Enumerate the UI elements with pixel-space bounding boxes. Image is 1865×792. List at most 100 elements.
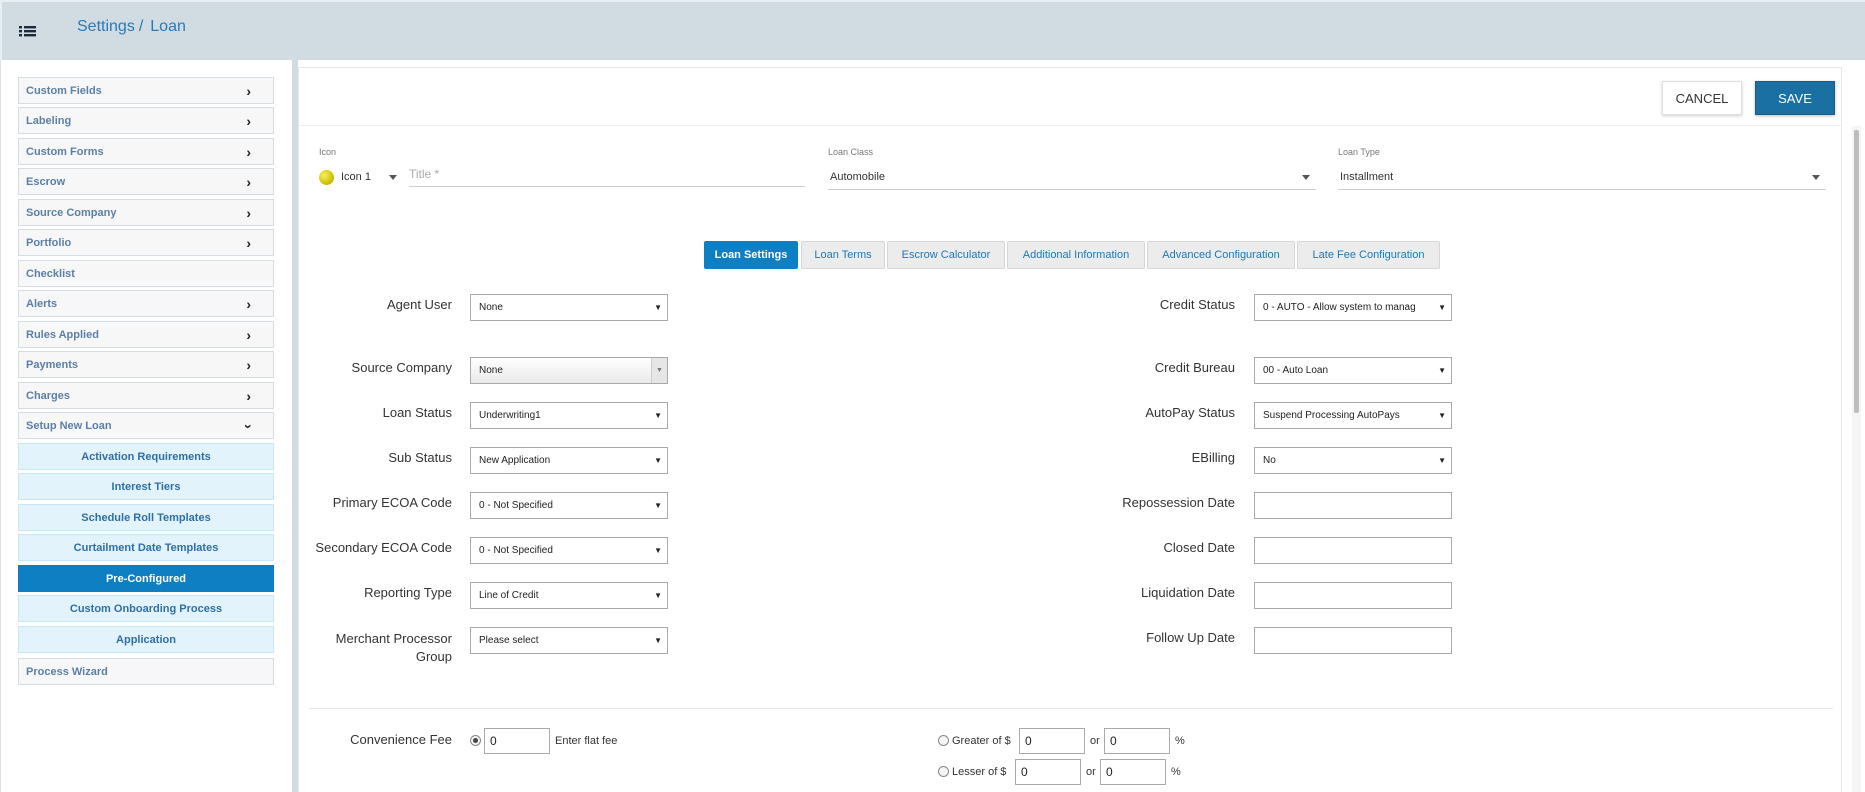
sidebar-item-setup-new-loan[interactable]: Setup New Loan › (18, 412, 274, 439)
dropdown-arrow-icon: ▼ (654, 546, 662, 555)
sidebar-item-rules-applied[interactable]: Rules Applied › (18, 321, 274, 348)
credit-bureau-label: Credit Bureau (1154, 360, 1235, 375)
caret-down-icon (1812, 175, 1820, 180)
percent-sign: % (1171, 766, 1181, 778)
chevron-right-icon: › (246, 205, 251, 221)
greater-of-amount-input[interactable]: 0 (1019, 728, 1085, 754)
sidebar-item-checklist[interactable]: Checklist (18, 260, 274, 287)
closed-date-label: Closed Date (1163, 540, 1235, 555)
sidebar-item-labeling[interactable]: Labeling › (18, 107, 274, 134)
credit-bureau-select[interactable]: 00 - Auto Loan ▼ (1254, 357, 1452, 384)
chevron-right-icon: › (246, 83, 251, 99)
dropdown-arrow-icon: ▼ (654, 591, 662, 600)
chevron-right-icon: › (246, 327, 251, 343)
liquidation-date-label: Liquidation Date (1141, 585, 1235, 600)
sidebar-item-payments[interactable]: Payments › (18, 351, 274, 378)
save-button[interactable]: SAVE (1755, 81, 1835, 115)
sidebar-subitem-pre-configured[interactable]: Pre-Configured (18, 565, 274, 592)
dropdown-arrow-icon: ▼ (1438, 411, 1446, 420)
or-text: or (1086, 766, 1096, 778)
dropdown-arrow-icon: ▼ (1438, 456, 1446, 465)
loan-status-label: Loan Status (382, 405, 452, 420)
credit-status-select[interactable]: 0 - AUTO - Allow system to manag ▼ (1254, 294, 1452, 321)
merchant-processor-group-select[interactable]: Please select ▼ (470, 627, 668, 654)
breadcrumb: Settings / Loan (77, 18, 186, 36)
reporting-type-select[interactable]: Line of Credit ▼ (470, 582, 668, 609)
chevron-right-icon: › (246, 357, 251, 373)
caret-down-icon (1302, 175, 1310, 180)
caret-down-icon (389, 175, 397, 180)
title-input[interactable]: Title * (409, 161, 805, 187)
sidebar-item-portfolio[interactable]: Portfolio › (18, 229, 274, 256)
tab-advanced-configuration[interactable]: Advanced Configuration (1147, 241, 1295, 269)
sidebar-item-process-wizard[interactable]: Process Wizard (18, 658, 274, 685)
sidebar-subitem-curtailment-date-templates[interactable]: Curtailment Date Templates (18, 534, 274, 561)
secondary-ecoa-code-select[interactable]: 0 - Not Specified ▼ (470, 537, 668, 564)
list-menu-icon[interactable] (18, 22, 40, 40)
sidebar-subitem-application[interactable]: Application (18, 626, 274, 653)
agent-user-select[interactable]: None ▼ (470, 294, 668, 321)
ebilling-select[interactable]: No ▼ (1254, 447, 1452, 474)
chevron-right-icon: › (246, 144, 251, 160)
flat-fee-input[interactable]: 0 (484, 728, 550, 754)
lesser-of-percent-input[interactable]: 0 (1100, 759, 1166, 785)
flat-fee-radio[interactable] (470, 735, 481, 746)
dropdown-arrow-icon: ▼ (654, 501, 662, 510)
chevron-right-icon: › (246, 235, 251, 251)
flat-fee-text: Enter flat fee (555, 735, 618, 747)
chevron-right-icon: › (246, 388, 251, 404)
tab-escrow-calculator[interactable]: Escrow Calculator (887, 241, 1005, 269)
reporting-type-label: Reporting Type (364, 585, 452, 600)
scrollbar-thumb[interactable] (1854, 130, 1859, 413)
follow-up-date-input[interactable] (1254, 627, 1452, 654)
yellow-ball-icon (319, 170, 334, 185)
dropdown-arrow-icon: ▼ (654, 303, 662, 312)
sidebar-item-custom-fields[interactable]: Custom Fields › (18, 77, 274, 104)
sidebar-item-alerts[interactable]: Alerts › (18, 290, 274, 317)
secondary-ecoa-code-label: Secondary ECOA Code (315, 540, 452, 555)
loan-class-label: Loan Class (828, 147, 874, 157)
repossession-date-input[interactable] (1254, 492, 1452, 519)
sub-status-select[interactable]: New Application ▼ (470, 447, 668, 474)
dropdown-arrow-icon: ▼ (1438, 366, 1446, 375)
tab-additional-information[interactable]: Additional Information (1007, 241, 1145, 269)
loan-class-select[interactable]: Automobile (828, 164, 1316, 190)
sidebar-subitem-activation-requirements[interactable]: Activation Requirements (18, 443, 274, 470)
dropdown-arrow-icon: ▼ (651, 358, 667, 383)
chevron-right-icon: › (246, 296, 251, 312)
sidebar-subitem-interest-tiers[interactable]: Interest Tiers (18, 473, 274, 500)
liquidation-date-input[interactable] (1254, 582, 1452, 609)
dropdown-arrow-icon: ▼ (654, 411, 662, 420)
dropdown-arrow-icon: ▼ (654, 636, 662, 645)
sidebar-item-source-company[interactable]: Source Company › (18, 199, 274, 226)
lesser-of-amount-input[interactable]: 0 (1015, 759, 1081, 785)
chevron-right-icon: › (246, 174, 251, 190)
autopay-status-label: AutoPay Status (1145, 405, 1235, 420)
vertical-scrollbar[interactable] (1852, 126, 1861, 792)
tab-loan-terms[interactable]: Loan Terms (801, 241, 885, 269)
icon-select[interactable]: Icon 1 (319, 164, 403, 190)
source-company-select[interactable]: None ▼ (470, 357, 668, 384)
primary-ecoa-code-select[interactable]: 0 - Not Specified ▼ (470, 492, 668, 519)
cancel-button[interactable]: CANCEL (1662, 81, 1742, 115)
sidebar-subitem-schedule-roll-templates[interactable]: Schedule Roll Templates (18, 504, 274, 531)
sidebar-item-custom-forms[interactable]: Custom Forms › (18, 138, 274, 165)
sidebar-item-charges[interactable]: Charges › (18, 382, 274, 409)
credit-status-label: Credit Status (1159, 297, 1235, 312)
lesser-of-radio[interactable] (938, 766, 949, 777)
greater-of-radio[interactable] (938, 735, 949, 746)
sidebar-subitem-custom-onboarding-process[interactable]: Custom Onboarding Process (18, 595, 274, 622)
convenience-fee-label: Convenience Fee (350, 732, 452, 747)
source-company-label: Source Company (351, 360, 452, 375)
loan-status-select[interactable]: Underwriting1 ▼ (470, 402, 668, 429)
tab-loan-settings[interactable]: Loan Settings (704, 241, 798, 269)
ebilling-label: EBilling (1191, 450, 1235, 465)
closed-date-input[interactable] (1254, 537, 1452, 564)
autopay-status-select[interactable]: Suspend Processing AutoPays ▼ (1254, 402, 1452, 429)
chevron-down-icon: › (241, 424, 258, 429)
greater-of-percent-input[interactable]: 0 (1104, 728, 1170, 754)
loan-type-select[interactable]: Installment (1338, 164, 1826, 190)
tab-late-fee-configuration[interactable]: Late Fee Configuration (1297, 241, 1440, 269)
breadcrumb-settings[interactable]: Settings (77, 18, 135, 35)
sidebar-item-escrow[interactable]: Escrow › (18, 168, 274, 195)
